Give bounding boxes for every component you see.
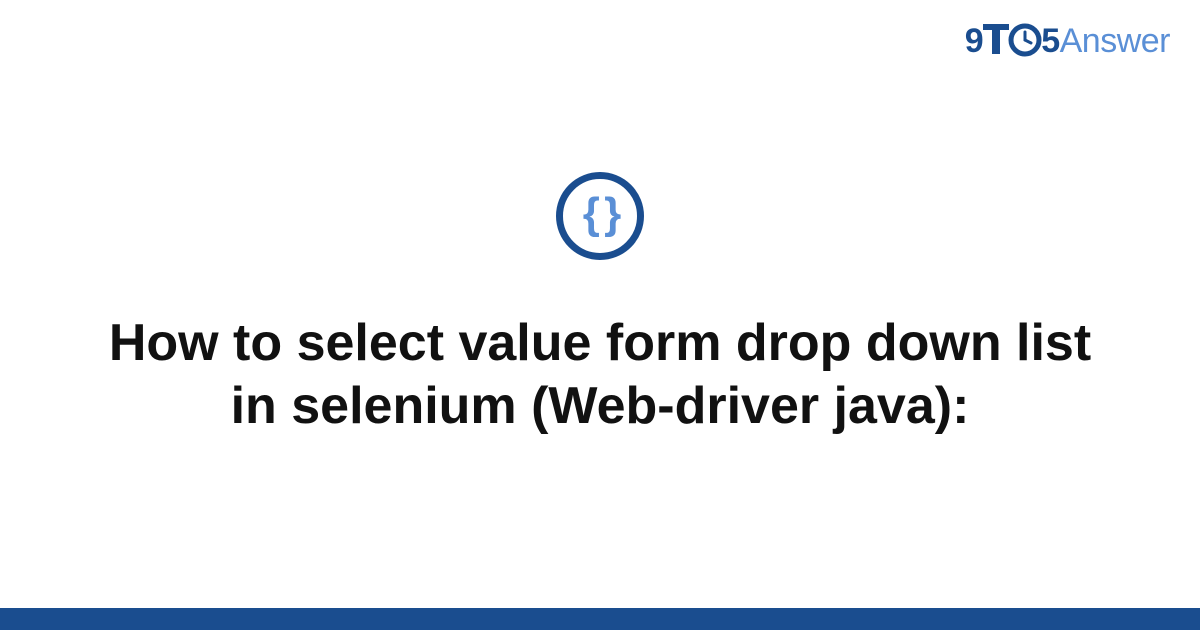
category-badge: { } [556, 172, 644, 260]
curly-braces-icon: { } [583, 192, 617, 236]
article-title: How to select value form drop down list … [90, 312, 1110, 439]
main-content: { } How to select value form drop down l… [0, 0, 1200, 630]
footer-accent-bar [0, 608, 1200, 630]
